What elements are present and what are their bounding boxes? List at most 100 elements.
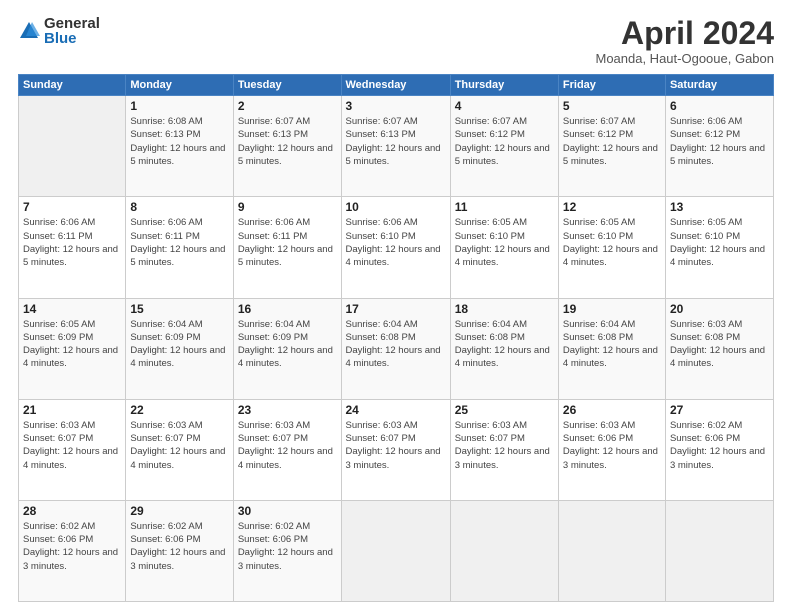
col-tuesday: Tuesday <box>233 75 341 96</box>
day-number: 28 <box>23 504 121 518</box>
col-friday: Friday <box>558 75 665 96</box>
calendar-week-4: 28 Sunrise: 6:02 AM Sunset: 6:06 PM Dayli… <box>19 500 774 601</box>
day-info: Sunrise: 6:03 AM Sunset: 6:07 PM Dayligh… <box>23 419 121 472</box>
days-of-week-row: Sunday Monday Tuesday Wednesday Thursday… <box>19 75 774 96</box>
day-info: Sunrise: 6:02 AM Sunset: 6:06 PM Dayligh… <box>670 419 769 472</box>
table-row: 22 Sunrise: 6:03 AM Sunset: 6:07 PM Dayli… <box>126 399 233 500</box>
calendar-week-1: 7Sunrise: 6:06 AM Sunset: 6:11 PM Daylig… <box>19 197 774 298</box>
table-row: 26 Sunrise: 6:03 AM Sunset: 6:06 PM Dayli… <box>558 399 665 500</box>
day-info: Sunrise: 6:06 AM Sunset: 6:11 PM Dayligh… <box>23 216 121 269</box>
table-row: 5Sunrise: 6:07 AM Sunset: 6:12 PM Daylig… <box>558 96 665 197</box>
location-subtitle: Moanda, Haut-Ogooue, Gabon <box>595 51 774 66</box>
col-sunday: Sunday <box>19 75 126 96</box>
day-info: Sunrise: 6:02 AM Sunset: 6:06 PM Dayligh… <box>238 520 337 573</box>
day-number: 2 <box>238 99 337 113</box>
table-row: 17 Sunrise: 6:04 AM Sunset: 6:08 PM Dayli… <box>341 298 450 399</box>
day-number: 22 <box>130 403 228 417</box>
day-info: Sunrise: 6:04 AM Sunset: 6:09 PM Dayligh… <box>238 318 337 371</box>
table-row: 16 Sunrise: 6:04 AM Sunset: 6:09 PM Dayli… <box>233 298 341 399</box>
day-info: Sunrise: 6:03 AM Sunset: 6:06 PM Dayligh… <box>563 419 661 472</box>
day-number: 29 <box>130 504 228 518</box>
day-info: Sunrise: 6:03 AM Sunset: 6:07 PM Dayligh… <box>346 419 446 472</box>
table-row: 15 Sunrise: 6:04 AM Sunset: 6:09 PM Dayli… <box>126 298 233 399</box>
table-row: 13 Sunrise: 6:05 AM Sunset: 6:10 PM Dayli… <box>665 197 773 298</box>
day-number: 19 <box>563 302 661 316</box>
day-info: Sunrise: 6:03 AM Sunset: 6:07 PM Dayligh… <box>130 419 228 472</box>
table-row <box>450 500 558 601</box>
day-number: 15 <box>130 302 228 316</box>
day-info: Sunrise: 6:03 AM Sunset: 6:08 PM Dayligh… <box>670 318 769 371</box>
day-info: Sunrise: 6:05 AM Sunset: 6:10 PM Dayligh… <box>670 216 769 269</box>
table-row: 2 Sunrise: 6:07 AM Sunset: 6:13 PM Daylig… <box>233 96 341 197</box>
calendar-body: 1Sunrise: 6:08 AM Sunset: 6:13 PM Daylig… <box>19 96 774 602</box>
day-info: Sunrise: 6:04 AM Sunset: 6:08 PM Dayligh… <box>346 318 446 371</box>
month-title: April 2024 <box>595 16 774 51</box>
day-number: 12 <box>563 200 661 214</box>
day-info: Sunrise: 6:06 AM Sunset: 6:10 PM Dayligh… <box>346 216 446 269</box>
table-row: 20 Sunrise: 6:03 AM Sunset: 6:08 PM Dayli… <box>665 298 773 399</box>
day-info: Sunrise: 6:07 AM Sunset: 6:13 PM Dayligh… <box>346 115 446 168</box>
table-row: 8Sunrise: 6:06 AM Sunset: 6:11 PM Daylig… <box>126 197 233 298</box>
day-info: Sunrise: 6:05 AM Sunset: 6:10 PM Dayligh… <box>455 216 554 269</box>
day-info: Sunrise: 6:05 AM Sunset: 6:10 PM Dayligh… <box>563 216 661 269</box>
day-number: 21 <box>23 403 121 417</box>
calendar-week-0: 1Sunrise: 6:08 AM Sunset: 6:13 PM Daylig… <box>19 96 774 197</box>
day-info: Sunrise: 6:07 AM Sunset: 6:12 PM Dayligh… <box>455 115 554 168</box>
day-number: 4 <box>455 99 554 113</box>
table-row: 24 Sunrise: 6:03 AM Sunset: 6:07 PM Dayli… <box>341 399 450 500</box>
table-row: 21 Sunrise: 6:03 AM Sunset: 6:07 PM Dayli… <box>19 399 126 500</box>
header: General Blue April 2024 Moanda, Haut-Ogo… <box>18 16 774 66</box>
calendar-header: Sunday Monday Tuesday Wednesday Thursday… <box>19 75 774 96</box>
table-row: 29 Sunrise: 6:02 AM Sunset: 6:06 PM Dayli… <box>126 500 233 601</box>
table-row <box>665 500 773 601</box>
day-info: Sunrise: 6:02 AM Sunset: 6:06 PM Dayligh… <box>23 520 121 573</box>
day-number: 17 <box>346 302 446 316</box>
table-row <box>558 500 665 601</box>
table-row: 4 Sunrise: 6:07 AM Sunset: 6:12 PM Daylig… <box>450 96 558 197</box>
day-info: Sunrise: 6:04 AM Sunset: 6:08 PM Dayligh… <box>563 318 661 371</box>
day-number: 27 <box>670 403 769 417</box>
day-number: 16 <box>238 302 337 316</box>
day-info: Sunrise: 6:08 AM Sunset: 6:13 PM Dayligh… <box>130 115 228 168</box>
day-info: Sunrise: 6:04 AM Sunset: 6:08 PM Dayligh… <box>455 318 554 371</box>
day-info: Sunrise: 6:06 AM Sunset: 6:12 PM Dayligh… <box>670 115 769 168</box>
table-row: 14Sunrise: 6:05 AM Sunset: 6:09 PM Dayli… <box>19 298 126 399</box>
table-row: 23Sunrise: 6:03 AM Sunset: 6:07 PM Dayli… <box>233 399 341 500</box>
logo-blue-text: Blue <box>44 31 100 46</box>
day-number: 9 <box>238 200 337 214</box>
day-number: 18 <box>455 302 554 316</box>
logo-general-text: General <box>44 16 100 31</box>
table-row: 10 Sunrise: 6:06 AM Sunset: 6:10 PM Dayli… <box>341 197 450 298</box>
table-row <box>19 96 126 197</box>
day-number: 24 <box>346 403 446 417</box>
day-info: Sunrise: 6:02 AM Sunset: 6:06 PM Dayligh… <box>130 520 228 573</box>
table-row: 18 Sunrise: 6:04 AM Sunset: 6:08 PM Dayli… <box>450 298 558 399</box>
day-number: 25 <box>455 403 554 417</box>
day-info: Sunrise: 6:07 AM Sunset: 6:13 PM Dayligh… <box>238 115 337 168</box>
table-row <box>341 500 450 601</box>
calendar-week-3: 21 Sunrise: 6:03 AM Sunset: 6:07 PM Dayli… <box>19 399 774 500</box>
title-block: April 2024 Moanda, Haut-Ogooue, Gabon <box>595 16 774 66</box>
day-info: Sunrise: 6:06 AM Sunset: 6:11 PM Dayligh… <box>130 216 228 269</box>
day-info: Sunrise: 6:04 AM Sunset: 6:09 PM Dayligh… <box>130 318 228 371</box>
logo: General Blue <box>18 16 100 46</box>
day-number: 20 <box>670 302 769 316</box>
day-number: 11 <box>455 200 554 214</box>
table-row: 30 Sunrise: 6:02 AM Sunset: 6:06 PM Dayli… <box>233 500 341 601</box>
day-number: 13 <box>670 200 769 214</box>
table-row: 6Sunrise: 6:06 AM Sunset: 6:12 PM Daylig… <box>665 96 773 197</box>
day-number: 14 <box>23 302 121 316</box>
day-info: Sunrise: 6:03 AM Sunset: 6:07 PM Dayligh… <box>455 419 554 472</box>
day-number: 30 <box>238 504 337 518</box>
day-number: 10 <box>346 200 446 214</box>
table-row: 25 Sunrise: 6:03 AM Sunset: 6:07 PM Dayli… <box>450 399 558 500</box>
table-row: 28 Sunrise: 6:02 AM Sunset: 6:06 PM Dayli… <box>19 500 126 601</box>
table-row: 3 Sunrise: 6:07 AM Sunset: 6:13 PM Daylig… <box>341 96 450 197</box>
day-number: 26 <box>563 403 661 417</box>
col-monday: Monday <box>126 75 233 96</box>
col-wednesday: Wednesday <box>341 75 450 96</box>
day-number: 3 <box>346 99 446 113</box>
table-row: 11 Sunrise: 6:05 AM Sunset: 6:10 PM Dayli… <box>450 197 558 298</box>
day-info: Sunrise: 6:03 AM Sunset: 6:07 PM Dayligh… <box>238 419 337 472</box>
day-number: 5 <box>563 99 661 113</box>
